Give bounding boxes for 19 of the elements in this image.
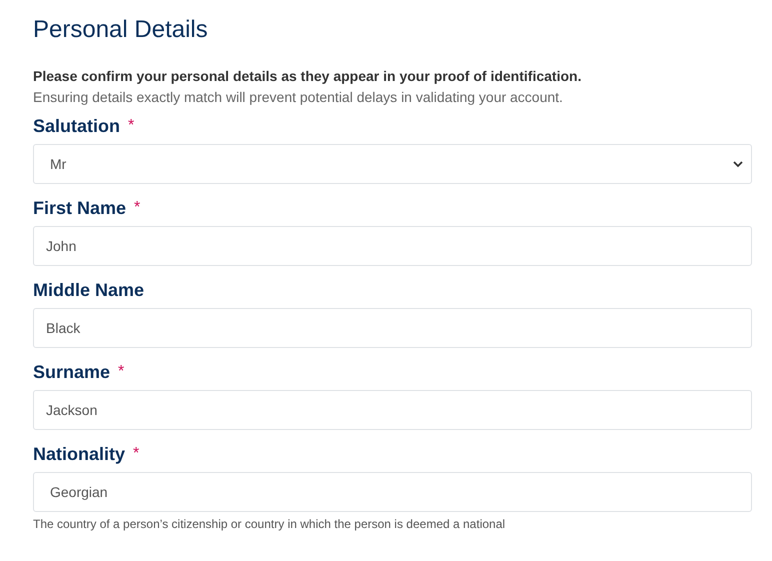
field-label: Surname (33, 360, 110, 384)
field-label: First Name (33, 196, 126, 220)
required-mark: * (133, 444, 140, 464)
page-title: Personal Details (33, 15, 209, 45)
select-field[interactable]: Mr (33, 144, 752, 184)
required-mark: * (118, 362, 124, 382)
input-field[interactable]: Black (33, 308, 752, 348)
required-mark: * (128, 116, 134, 136)
required-mark: * (134, 198, 140, 218)
field-label: Middle Name (33, 278, 144, 302)
field-label: Nationality (33, 442, 126, 466)
chevron-down-icon (733, 160, 743, 168)
field-label: Salutation (33, 114, 120, 138)
help-text: The country of a person’s citizenship or country in which the person is deemed a national (33, 516, 506, 533)
intro-note: Ensuring details exactly match will prevent potential delays in validating your account. (33, 88, 564, 106)
input-field[interactable]: Georgian (33, 472, 752, 512)
input-field[interactable]: Jackson (33, 390, 752, 430)
input-field[interactable]: John (33, 226, 752, 266)
intro-lead: Please confirm your personal details as they appear in your proof of identification. (33, 67, 582, 86)
